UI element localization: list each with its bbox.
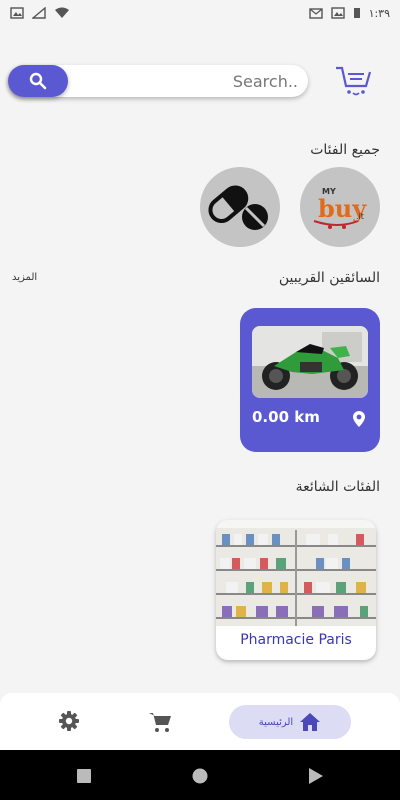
location-pin-icon bbox=[353, 411, 365, 427]
category-pharmacy[interactable] bbox=[200, 167, 280, 247]
nav-home-button[interactable]: الرئيسية bbox=[229, 705, 351, 739]
signal-icon bbox=[32, 7, 46, 19]
store-name: Pharmacie Paris bbox=[240, 632, 352, 648]
recents-icon[interactable] bbox=[76, 768, 92, 784]
image-notification-icon bbox=[10, 7, 24, 19]
bottom-nav: الرئيسية bbox=[0, 693, 400, 750]
status-right: ١:٣٩ bbox=[308, 6, 390, 20]
image-icon bbox=[330, 7, 345, 19]
system-nav-bar bbox=[0, 750, 400, 800]
mail-icon bbox=[308, 8, 323, 19]
svg-text:.it: .it bbox=[356, 212, 364, 221]
search-button[interactable] bbox=[8, 65, 68, 97]
mybuy-logo: MY buy .it bbox=[313, 187, 367, 229]
back-icon[interactable] bbox=[308, 767, 324, 785]
battery-icon bbox=[353, 8, 360, 18]
search-row bbox=[8, 62, 392, 102]
drivers-title: السائقين القريبين bbox=[278, 270, 380, 286]
wifi-icon bbox=[55, 7, 69, 18]
status-bar: ١:٣٩ bbox=[0, 0, 400, 26]
driver-card[interactable]: 0.00 km bbox=[240, 308, 380, 452]
search-input[interactable] bbox=[68, 65, 298, 97]
nav-home-label: الرئيسية bbox=[258, 716, 294, 728]
more-link[interactable]: المزيد bbox=[12, 272, 37, 283]
status-time: ١:٣٩ bbox=[368, 6, 390, 20]
search-icon bbox=[29, 72, 47, 90]
status-left bbox=[10, 7, 70, 19]
popular-title: الفئات الشائعة bbox=[295, 479, 380, 495]
pill-icon bbox=[208, 185, 268, 230]
home-icon bbox=[300, 713, 321, 731]
category-mybuy[interactable]: MY buy .it bbox=[300, 167, 380, 247]
settings-icon[interactable] bbox=[58, 710, 80, 732]
driver-distance: 0.00 km bbox=[252, 408, 320, 426]
store-card[interactable]: Pharmacie Paris bbox=[216, 520, 376, 660]
pharmacy-shelves-image bbox=[216, 520, 376, 626]
home-circle-icon[interactable] bbox=[191, 767, 209, 785]
motorcycle-image bbox=[252, 326, 368, 398]
cart-icon[interactable] bbox=[148, 710, 172, 734]
cart-logo-icon[interactable] bbox=[334, 62, 374, 100]
categories-title: جميع الفئات bbox=[310, 142, 380, 158]
